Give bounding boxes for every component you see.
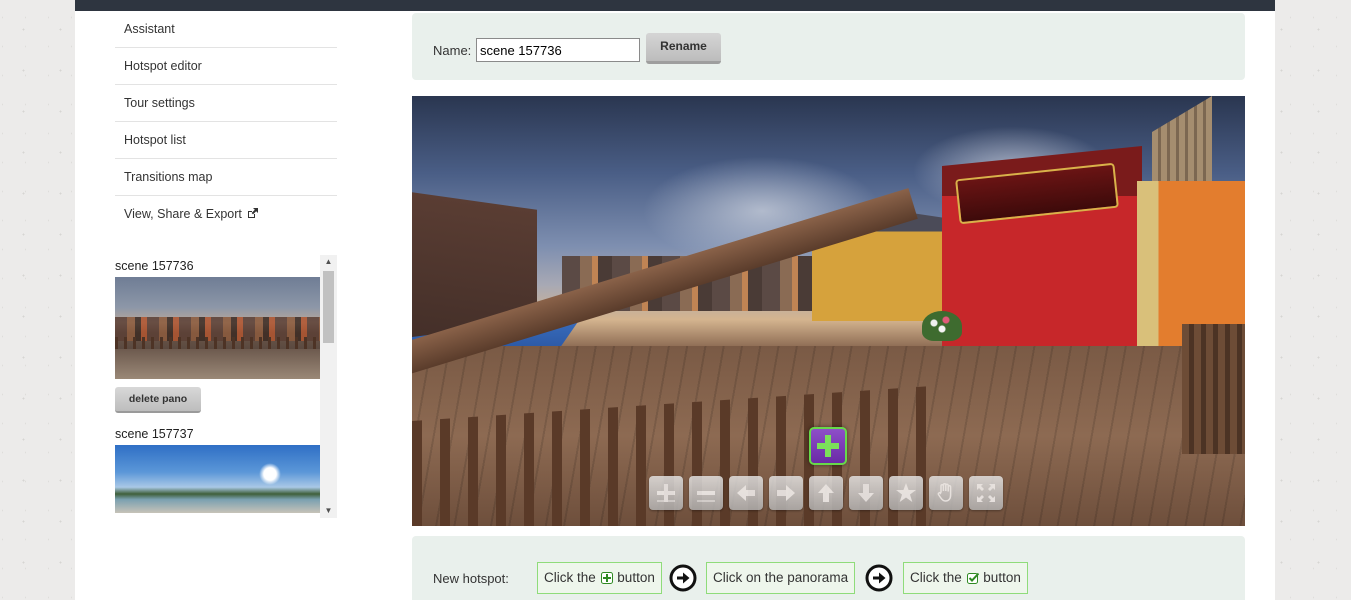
drag-mode-button[interactable] xyxy=(929,476,963,510)
plus-square-icon xyxy=(600,565,613,595)
scroll-up-arrow-icon[interactable]: ▲ xyxy=(320,255,337,269)
favorite-button[interactable] xyxy=(889,476,923,510)
scroll-down-arrow-icon[interactable]: ▼ xyxy=(320,504,337,518)
viewer-navigation-bar xyxy=(649,476,1003,512)
arrow-left-icon xyxy=(735,482,757,504)
arrow-right-circle-icon xyxy=(865,564,893,592)
step-text: button xyxy=(983,570,1021,585)
zoom-in-button[interactable] xyxy=(649,476,683,510)
name-label: Name: xyxy=(433,43,472,58)
pano-title: scene 157737 xyxy=(115,427,194,441)
fullscreen-icon xyxy=(975,482,997,504)
pan-up-button[interactable] xyxy=(809,476,843,510)
check-square-icon xyxy=(966,565,979,595)
pano-thumbnail[interactable] xyxy=(115,445,320,513)
menu-item-view-share-export[interactable]: View, Share & Export xyxy=(115,196,337,233)
menu-item-tour-settings[interactable]: Tour settings xyxy=(115,85,337,122)
step-text: Click the xyxy=(544,570,596,585)
pano-thumbnail[interactable] xyxy=(115,277,320,379)
zoom-out-icon xyxy=(695,482,717,504)
step-click-panorama: Click on the panorama xyxy=(706,562,856,594)
fullscreen-button[interactable] xyxy=(969,476,1003,510)
pano-list-scrollbar[interactable]: ▲ ▼ xyxy=(320,255,337,518)
scroll-thumb[interactable] xyxy=(323,271,334,343)
arrow-right-circle-icon xyxy=(669,564,697,592)
pan-left-button[interactable] xyxy=(729,476,763,510)
zoom-out-button[interactable] xyxy=(689,476,723,510)
arrow-down-icon xyxy=(855,482,877,504)
main-page: Assistant Hotspot editor Tour settings H… xyxy=(75,0,1275,600)
zoom-in-icon xyxy=(655,482,677,504)
pano-list: scene 157736 delete pano scene 157737 ▲ … xyxy=(115,255,337,518)
delete-pano-button[interactable]: delete pano xyxy=(115,387,201,413)
step-text: button xyxy=(617,570,655,585)
rename-button[interactable]: Rename xyxy=(646,33,721,64)
external-link-icon xyxy=(247,197,258,234)
pano-title: scene 157736 xyxy=(115,259,194,273)
menu-item-assistant[interactable]: Assistant xyxy=(115,11,337,48)
star-icon xyxy=(895,482,917,504)
hand-icon xyxy=(935,482,957,504)
add-hotspot-button[interactable] xyxy=(809,427,847,465)
menu-item-transitions-map[interactable]: Transitions map xyxy=(115,159,337,196)
step-click-add-button: Click the button xyxy=(537,562,662,594)
step-click-confirm-button: Click the button xyxy=(903,562,1028,594)
menu-item-label: View, Share & Export xyxy=(124,207,242,221)
new-hotspot-label: New hotspot: xyxy=(433,571,509,586)
step-text: Click the xyxy=(910,570,962,585)
arrow-up-icon xyxy=(815,482,837,504)
menu-item-hotspot-editor[interactable]: Hotspot editor xyxy=(115,48,337,85)
top-bar xyxy=(75,0,1275,11)
menu-item-hotspot-list[interactable]: Hotspot list xyxy=(115,122,337,159)
panorama-viewer[interactable] xyxy=(412,96,1245,526)
pan-right-button[interactable] xyxy=(769,476,803,510)
new-hotspot-instructions: New hotspot: Click the button Click on t… xyxy=(412,536,1245,600)
pan-down-button[interactable] xyxy=(849,476,883,510)
pano-list-content: scene 157736 delete pano scene 157737 xyxy=(115,255,320,513)
sidebar-menu: Assistant Hotspot editor Tour settings H… xyxy=(115,11,337,233)
scene-name-input[interactable] xyxy=(476,38,640,62)
name-panel: Name: Rename xyxy=(412,13,1245,80)
arrow-right-icon xyxy=(775,482,797,504)
